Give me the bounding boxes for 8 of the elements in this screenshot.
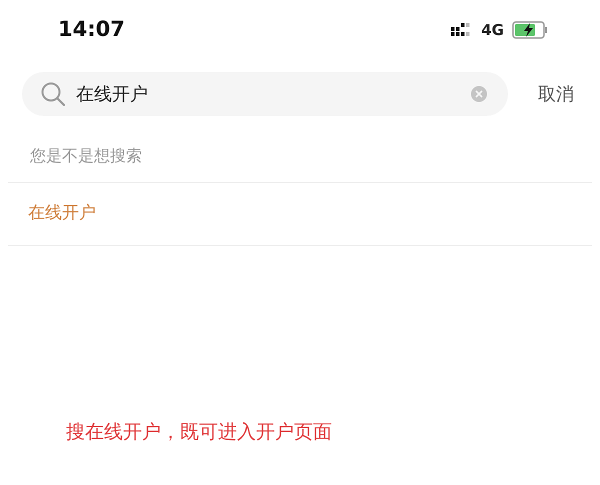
suggestion-heading: 您是不是想搜索 [30,146,142,165]
clock-time: 14:07 [58,16,125,44]
search-field[interactable]: 在线开户 [22,72,508,116]
network-label: 4G [481,20,504,41]
search-icon [40,81,66,107]
annotation-text: 搜在线开户，既可进入开户页面 [66,421,332,443]
clear-icon[interactable] [470,85,488,103]
cancel-button[interactable]: 取消 [538,80,574,108]
